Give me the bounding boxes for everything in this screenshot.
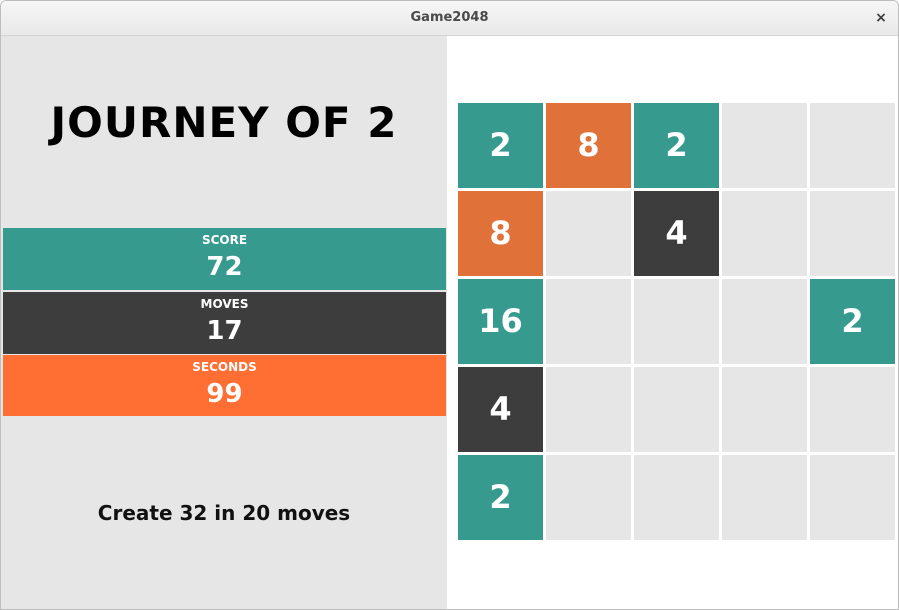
score-box: SCORE 72 <box>3 228 446 290</box>
empty-cell <box>722 279 807 364</box>
empty-cell <box>634 455 719 540</box>
level-title: JOURNEY OF 2 <box>50 98 398 147</box>
empty-cell <box>634 367 719 452</box>
tile-2: 2 <box>458 103 543 188</box>
empty-cell <box>546 191 631 276</box>
score-value: 72 <box>206 252 243 282</box>
titlebar: Game2048 × <box>1 1 898 36</box>
tile-2: 2 <box>810 279 895 364</box>
tile-4: 4 <box>458 367 543 452</box>
empty-cell <box>810 367 895 452</box>
empty-cell <box>722 367 807 452</box>
moves-value: 17 <box>206 316 243 346</box>
moves-label: MOVES <box>200 297 249 311</box>
empty-cell <box>810 103 895 188</box>
tile-8: 8 <box>458 191 543 276</box>
game-board[interactable]: 2 8 2 8 4 16 2 4 2 <box>456 103 896 543</box>
seconds-box: SECONDS 99 <box>3 355 446 416</box>
info-panel: JOURNEY OF 2 SCORE 72 MOVES 17 SECONDS 9… <box>1 36 447 609</box>
tile-8: 8 <box>546 103 631 188</box>
empty-cell <box>722 103 807 188</box>
tile-4: 4 <box>634 191 719 276</box>
tile-16: 16 <box>458 279 543 364</box>
tile-2: 2 <box>458 455 543 540</box>
score-label: SCORE <box>201 233 248 247</box>
empty-cell <box>722 455 807 540</box>
empty-cell <box>546 279 631 364</box>
empty-cell <box>546 367 631 452</box>
empty-cell <box>810 191 895 276</box>
close-icon[interactable]: × <box>872 9 890 27</box>
empty-cell <box>722 191 807 276</box>
goal-text: Create 32 in 20 moves <box>97 501 351 525</box>
tile-2: 2 <box>634 103 719 188</box>
seconds-label: SECONDS <box>192 360 257 374</box>
game-window: Game2048 × JOURNEY OF 2 SCORE 72 MOVES 1… <box>0 0 899 610</box>
empty-cell <box>546 455 631 540</box>
empty-cell <box>810 455 895 540</box>
seconds-value: 99 <box>206 379 243 409</box>
moves-box: MOVES 17 <box>3 292 446 354</box>
window-title: Game2048 <box>410 10 489 25</box>
empty-cell <box>634 279 719 364</box>
